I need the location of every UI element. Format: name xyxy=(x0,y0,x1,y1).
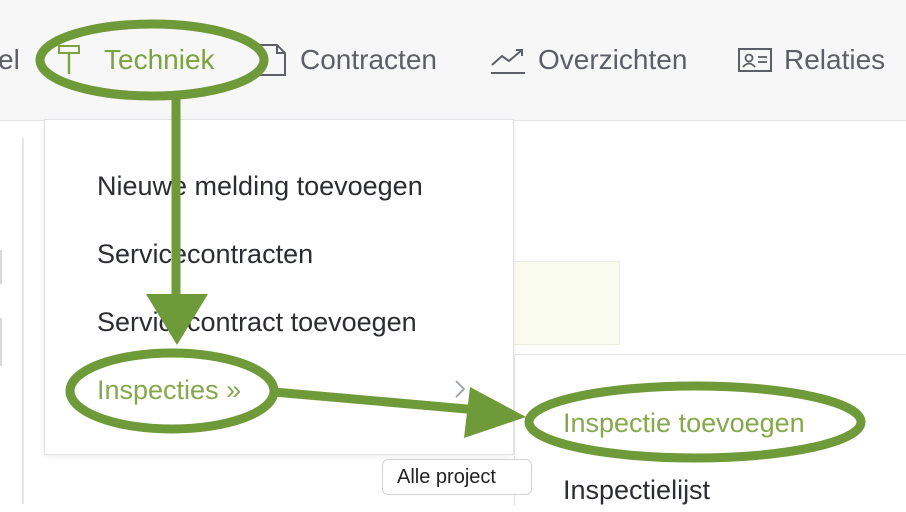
button-label: Alle project xyxy=(397,465,496,488)
techniek-dropdown: Nieuwe melding toevoegen Servicecontract… xyxy=(44,119,514,455)
menu-item-inspecties[interactable]: Inspecties » xyxy=(97,368,241,412)
contact-card-icon xyxy=(738,46,772,74)
chevron-right-icon xyxy=(453,376,471,402)
menu-item-inspectielijst[interactable]: Inspectielijst xyxy=(563,468,710,512)
nav-item-contracten[interactable]: Contracten xyxy=(258,38,437,82)
nav-item-label: el xyxy=(0,44,20,75)
panel-divider xyxy=(0,318,2,366)
chart-trend-icon xyxy=(490,45,526,75)
inspecties-submenu: Inspectie toevoegen Inspectielijst xyxy=(514,354,906,505)
menu-item-servicecontract-toevoegen[interactable]: Servicecontract toevoegen xyxy=(97,300,417,344)
menu-item-servicecontracten[interactable]: Servicecontracten xyxy=(97,232,313,276)
nav-item-techniek[interactable]: Techniek xyxy=(58,38,215,82)
menu-item-inspectie-toevoegen[interactable]: Inspectie toevoegen xyxy=(563,401,805,445)
hammer-icon xyxy=(58,44,80,76)
nav-item-label: Techniek xyxy=(104,44,215,75)
background-panel xyxy=(512,261,620,345)
nav-item-relaties[interactable]: Relaties xyxy=(738,38,885,82)
document-icon xyxy=(258,43,288,77)
panel-divider xyxy=(0,250,2,284)
menu-item-nieuwe-melding[interactable]: Nieuwe melding toevoegen xyxy=(97,164,423,208)
nav-item-label: Overzichten xyxy=(538,44,688,75)
nav-item-label: Contracten xyxy=(300,44,437,75)
nav-item-partial[interactable]: el xyxy=(0,38,20,82)
top-navigation: el Techniek Contracten Overzichten Relat… xyxy=(0,0,906,121)
panel-divider xyxy=(22,138,24,504)
nav-item-label: Relaties xyxy=(784,44,886,75)
nav-item-overzichten[interactable]: Overzichten xyxy=(490,38,687,82)
alle-projecten-button[interactable]: Alle project xyxy=(382,459,532,495)
